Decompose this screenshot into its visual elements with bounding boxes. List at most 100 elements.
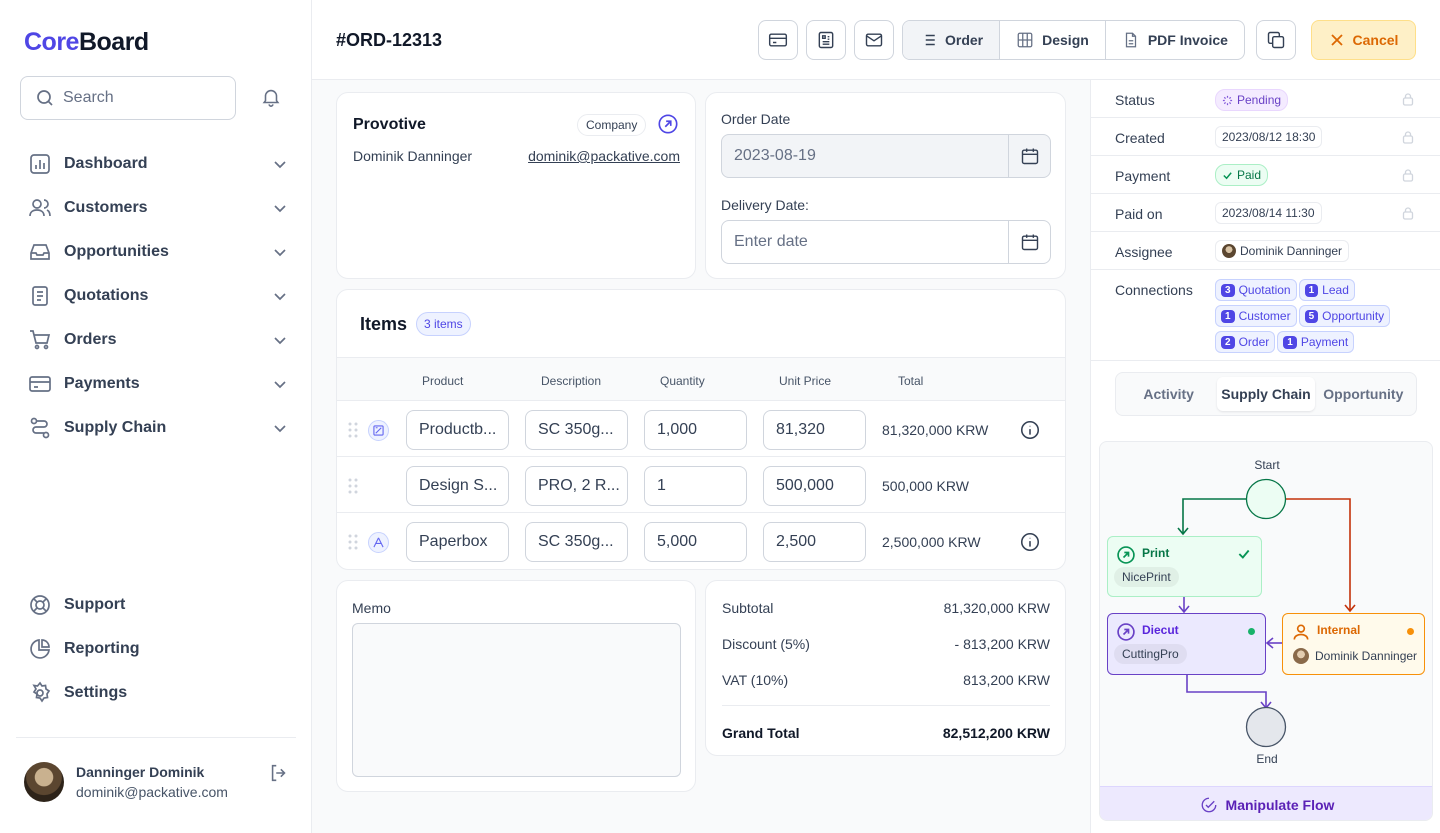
sidebar-item-label: Support [64, 596, 126, 613]
receipt-button[interactable] [806, 20, 846, 60]
calendar-icon[interactable] [1008, 221, 1050, 263]
sidebar-item-payments[interactable]: Payments [28, 362, 290, 406]
sidebar-item-label: Supply Chain [64, 419, 167, 436]
calendar-icon[interactable] [1008, 135, 1050, 177]
quantity-value: 5,000 [657, 533, 698, 550]
email-button[interactable] [854, 20, 894, 60]
search-input[interactable]: Search [20, 76, 236, 120]
unit-price-field[interactable]: 2,500 [763, 522, 866, 562]
sidebar-item-label: Reporting [64, 640, 140, 657]
view-pdf-invoice-button[interactable]: PDF Invoice [1106, 21, 1244, 59]
memo-textarea[interactable] [352, 623, 681, 777]
sidebar-item-orders[interactable]: Orders [28, 318, 290, 362]
external-link-icon[interactable] [657, 113, 679, 135]
connection-order[interactable]: 2 Order [1215, 331, 1276, 353]
main-content: Provotive Company Dominik Danninger domi… [312, 80, 1090, 833]
paid-on-value: 2023/08/14 11:30 [1215, 202, 1322, 224]
duplicate-button[interactable] [1256, 20, 1296, 60]
cancel-button[interactable]: Cancel [1311, 20, 1416, 60]
sidebar-item-dashboard[interactable]: Dashboard [28, 142, 290, 186]
node-title: Print [1142, 546, 1170, 560]
avatar[interactable] [24, 762, 64, 802]
unit-price-field[interactable]: 81,320 [763, 410, 866, 450]
description-field[interactable]: SC 350g... [525, 410, 628, 450]
main-nav: Dashboard Customers Opportunities Quotat… [28, 142, 290, 450]
connection-payment[interactable]: 1 Payment [1277, 331, 1355, 353]
product-field[interactable]: Paperbox [406, 522, 509, 562]
bell-icon[interactable] [260, 86, 282, 108]
unit-price-value: 500,000 [776, 477, 834, 494]
info-icon[interactable] [1019, 531, 1041, 553]
tab-activity[interactable]: Activity [1120, 377, 1217, 411]
status-dot [1248, 628, 1255, 635]
tab-supply-chain[interactable]: Supply Chain [1217, 377, 1315, 411]
app-logo[interactable]: CoreBoard [24, 28, 149, 57]
end-label: End [1256, 752, 1278, 766]
manipulate-flow-button[interactable]: Manipulate Flow [1100, 786, 1432, 820]
assignee-chip[interactable]: Dominik Danninger [1215, 240, 1350, 262]
connection-quotation[interactable]: 3 Quotation [1215, 279, 1297, 301]
flow-node-print[interactable]: Print NicePrint [1107, 536, 1262, 597]
delivery-date-field[interactable]: Enter date [721, 220, 1051, 264]
chevron-down-icon [270, 286, 290, 306]
flow-node-diecut[interactable]: Diecut CuttingPro [1107, 613, 1266, 675]
sidebar-item-customers[interactable]: Customers [28, 186, 290, 230]
view-design-button[interactable]: Design [1000, 21, 1106, 59]
user-email: dominik@packative.com [76, 784, 228, 800]
sidebar-item-settings[interactable]: Settings [28, 671, 290, 715]
cancel-label: Cancel [1352, 32, 1399, 48]
order-date-label: Order Date [721, 111, 791, 127]
payment-badge[interactable]: Paid [1215, 164, 1269, 186]
company-name: Provotive [353, 116, 426, 133]
sidebar-item-support[interactable]: Support [28, 583, 290, 627]
search-placeholder: Search [63, 89, 114, 106]
flow-node-internal[interactable]: Internal Dominik Danninger [1282, 613, 1425, 675]
product-field[interactable]: Design S... [406, 466, 509, 506]
end-node[interactable] [1245, 706, 1287, 748]
col-product: Product [422, 374, 464, 388]
tab-opportunity[interactable]: Opportunity [1315, 377, 1412, 411]
sidebar-item-supply-chain[interactable]: Supply Chain [28, 406, 290, 450]
quantity-field[interactable]: 1,000 [644, 410, 747, 450]
contact-email-link[interactable]: dominik@packative.com [528, 148, 680, 164]
order-date-field[interactable]: 2023-08-19 [721, 134, 1051, 178]
connection-customer[interactable]: 1 Customer [1215, 305, 1297, 327]
sidebar-item-reporting[interactable]: Reporting [28, 627, 290, 671]
unit-price-value: 81,320 [776, 421, 825, 438]
col-unit-price: Unit Price [779, 374, 832, 388]
loader-icon [1222, 95, 1233, 106]
logout-icon[interactable] [268, 762, 290, 784]
sidebar-item-label: Payments [64, 375, 140, 392]
unit-price-field[interactable]: 500,000 [763, 466, 866, 506]
connection-lead[interactable]: 1 Lead [1298, 279, 1355, 301]
sidebar-item-quotations[interactable]: Quotations [28, 274, 290, 318]
info-icon[interactable] [1019, 419, 1041, 441]
drag-handle-icon[interactable] [348, 422, 358, 438]
status-badge[interactable]: Pending [1215, 89, 1289, 111]
users-icon [28, 196, 52, 220]
view-order-button[interactable]: Order [903, 21, 1001, 59]
chevron-down-icon [270, 198, 290, 218]
start-node[interactable] [1245, 478, 1287, 520]
description-field[interactable]: PRO, 2 R... [525, 466, 628, 506]
drag-handle-icon[interactable] [348, 534, 358, 550]
connection-opportunity[interactable]: 5 Opportunity [1298, 305, 1391, 327]
logo-core-text: Core [24, 28, 79, 56]
gear-icon [28, 681, 52, 705]
panel-tabs: Activity Supply Chain Opportunity [1115, 372, 1417, 416]
lock-icon [1401, 168, 1415, 182]
node-title: Internal [1317, 623, 1361, 637]
connection-count: 1 [1221, 309, 1235, 323]
file-icon [1122, 31, 1140, 49]
card-view-button[interactable] [758, 20, 798, 60]
quantity-field[interactable]: 1 [644, 466, 747, 506]
credit-card-icon [768, 30, 788, 50]
col-quantity: Quantity [660, 374, 705, 388]
sidebar-item-opportunities[interactable]: Opportunities [28, 230, 290, 274]
quantity-field[interactable]: 5,000 [644, 522, 747, 562]
discount-label: Discount (5%) [722, 636, 810, 652]
map-icon [1016, 31, 1034, 49]
product-field[interactable]: Productb... [406, 410, 509, 450]
drag-handle-icon[interactable] [348, 478, 358, 494]
description-field[interactable]: SC 350g... [525, 522, 628, 562]
